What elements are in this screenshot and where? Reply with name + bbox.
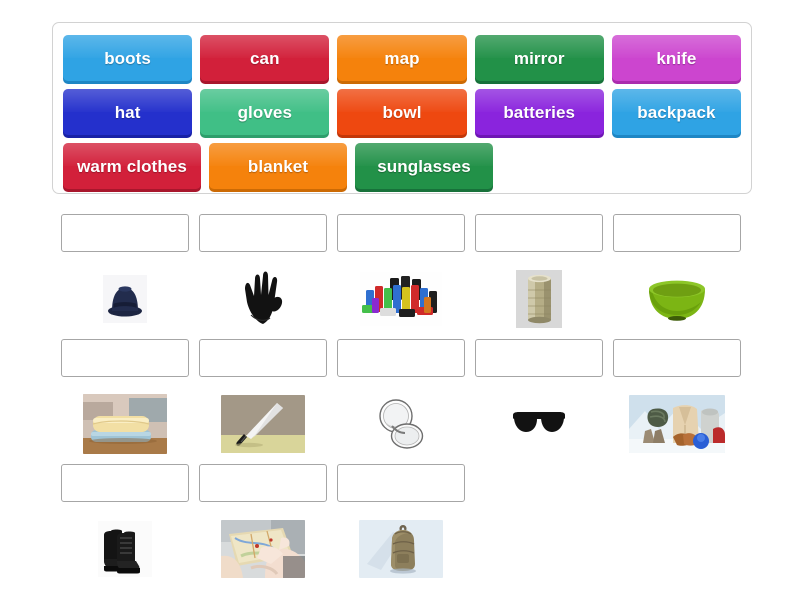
picture-knife: [199, 387, 327, 461]
answer-cell-warm-clothes: [608, 339, 746, 464]
word-tile-label: gloves: [237, 102, 293, 122]
word-tile-warm-clothes[interactable]: warm clothes: [63, 143, 201, 189]
drop-zone[interactable]: [613, 214, 741, 252]
word-tile-label: hat: [114, 102, 141, 122]
word-tile-blanket[interactable]: blanket: [209, 143, 347, 189]
word-tile-can[interactable]: can: [200, 35, 330, 81]
picture-sunglasses: [475, 387, 603, 461]
picture-gloves: [199, 262, 327, 336]
picture-mirror: [337, 387, 465, 461]
map-photo-icon: [221, 520, 305, 578]
answer-row: [56, 464, 748, 589]
word-tile-boots[interactable]: boots: [63, 35, 193, 81]
mirror-photo-icon: [379, 399, 424, 449]
answer-cell-blanket: [56, 339, 194, 464]
word-tile-label: warm clothes: [77, 156, 187, 176]
picture-batteries: [337, 262, 465, 336]
answer-grid: [56, 214, 748, 589]
drop-zone[interactable]: [337, 214, 465, 252]
drop-zone[interactable]: [475, 339, 603, 377]
drop-zone[interactable]: [61, 339, 189, 377]
word-tile-label: batteries: [503, 102, 576, 122]
word-tile-gloves[interactable]: gloves: [200, 89, 330, 135]
word-tile-bowl[interactable]: bowl: [337, 89, 467, 135]
knife-photo-icon: [221, 395, 305, 453]
word-bank-row: boots can map mirror knife: [59, 31, 745, 85]
answer-cell-backpack: [332, 464, 470, 589]
picture-blanket: [61, 387, 189, 461]
batteries-photo-icon: [360, 272, 442, 326]
answer-cell-can: [470, 214, 608, 339]
match-up-activity: boots can map mirror knife hat gloves bo…: [0, 0, 800, 600]
blanket-photo-icon: [83, 394, 167, 454]
warm-clothes-photo-icon: [629, 395, 725, 453]
word-tile-label: knife: [656, 48, 697, 68]
word-tile-label: mirror: [513, 48, 565, 68]
word-tile-mirror[interactable]: mirror: [474, 35, 605, 81]
answer-cell-sunglasses: [470, 339, 608, 464]
picture-backpack: [337, 512, 465, 586]
word-tile-label: blanket: [247, 156, 309, 176]
answer-row: [56, 214, 748, 339]
answer-cell-gloves: [194, 214, 332, 339]
word-tile-map[interactable]: map: [337, 35, 467, 81]
word-bank-row: hat gloves bowl batteries backpack: [59, 85, 745, 139]
gloves-photo-icon: [245, 271, 283, 324]
drop-zone[interactable]: [337, 464, 465, 502]
drop-zone[interactable]: [337, 339, 465, 377]
hat-photo-icon: [103, 275, 147, 323]
word-tile-label: can: [250, 48, 280, 68]
word-tile-label: map: [384, 48, 420, 68]
drop-zone[interactable]: [613, 339, 741, 377]
bowl-photo-icon: [649, 280, 705, 321]
picture-hat: [61, 262, 189, 336]
picture-map: [199, 512, 327, 586]
backpack-photo-icon: [359, 520, 443, 578]
picture-boots: [61, 512, 189, 586]
word-bank: boots can map mirror knife hat gloves bo…: [52, 22, 752, 194]
answer-cell-boots: [56, 464, 194, 589]
word-tile-label: sunglasses: [377, 156, 471, 176]
can-photo-icon: [516, 270, 562, 328]
word-tile-batteries[interactable]: batteries: [474, 89, 605, 135]
picture-bowl: [613, 262, 741, 336]
word-tile-hat[interactable]: hat: [63, 89, 193, 135]
word-bank-row: warm clothes blanket sunglasses: [59, 139, 745, 193]
boots-photo-icon: [98, 521, 152, 577]
picture-can: [475, 262, 603, 336]
answer-cell-map: [194, 464, 332, 589]
word-tile-backpack[interactable]: backpack: [611, 89, 742, 135]
drop-zone[interactable]: [199, 214, 327, 252]
answer-row: [56, 339, 748, 464]
answer-cell-bowl: [608, 214, 746, 339]
answer-cell-knife: [194, 339, 332, 464]
answer-cell-hat: [56, 214, 194, 339]
word-tile-label: bowl: [382, 102, 422, 122]
sunglasses-photo-icon: [513, 412, 565, 432]
word-tile-knife[interactable]: knife: [611, 35, 742, 81]
word-tile-label: backpack: [637, 102, 716, 122]
drop-zone[interactable]: [199, 339, 327, 377]
drop-zone[interactable]: [61, 214, 189, 252]
drop-zone[interactable]: [475, 214, 603, 252]
picture-warm-clothes: [613, 387, 741, 461]
word-tile-sunglasses[interactable]: sunglasses: [355, 143, 493, 189]
word-tile-label: boots: [104, 48, 151, 68]
drop-zone[interactable]: [61, 464, 189, 502]
answer-cell-batteries: [332, 214, 470, 339]
drop-zone[interactable]: [199, 464, 327, 502]
answer-cell-mirror: [332, 339, 470, 464]
